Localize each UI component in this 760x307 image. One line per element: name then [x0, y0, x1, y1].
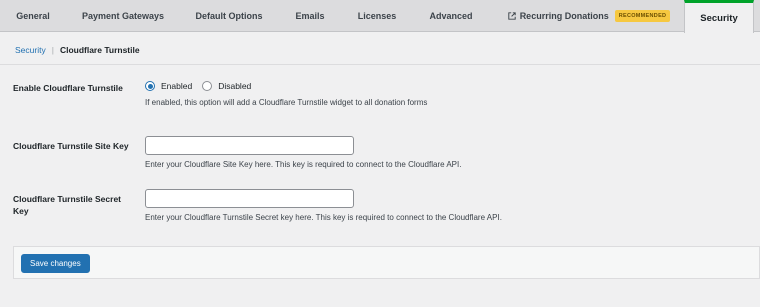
tab-label: Payment Gateways	[81, 11, 165, 21]
tab-recurring-donations[interactable]: Recurring Donations RECOMMENDED	[497, 0, 681, 32]
enable-turnstile-label: Enable Cloudflare Turnstile	[13, 83, 123, 93]
enable-turnstile-description: If enabled, this option will add a Cloud…	[145, 98, 428, 107]
save-bar: Save changes	[13, 246, 760, 279]
tab-licenses[interactable]: Licenses	[342, 0, 412, 32]
secret-key-label: Cloudflare Turnstile Secret Key	[13, 194, 122, 216]
tab-label: Recurring Donations	[519, 11, 609, 21]
tab-label: Emails	[295, 11, 325, 21]
tab-label: Advanced	[429, 11, 473, 21]
tab-default-options[interactable]: Default Options	[180, 0, 278, 32]
settings-tab-bar: General Payment Gateways Default Options…	[0, 0, 760, 33]
tab-advanced[interactable]: Advanced	[412, 0, 490, 32]
enabled-radio[interactable]	[145, 81, 155, 91]
secret-key-input[interactable]	[145, 189, 354, 208]
site-key-input[interactable]	[145, 136, 354, 155]
tab-emails[interactable]: Emails	[278, 0, 342, 32]
tab-general[interactable]: General	[0, 0, 66, 32]
breadcrumb-security-link[interactable]: Security	[15, 45, 46, 55]
site-key-description: Enter your Cloudflare Site Key here. Thi…	[145, 160, 462, 169]
tab-label: Default Options	[195, 11, 263, 21]
secret-key-description: Enter your Cloudflare Turnstile Secret k…	[145, 213, 502, 222]
recommended-badge: RECOMMENDED	[614, 10, 671, 22]
disabled-radio-label[interactable]: Disabled	[218, 81, 251, 91]
tab-label: General	[16, 11, 50, 21]
enable-turnstile-radio-group: Enabled Disabled	[145, 81, 261, 91]
tab-payment-gateways[interactable]: Payment Gateways	[66, 0, 180, 32]
disabled-radio[interactable]	[202, 81, 213, 91]
breadcrumb: Security | Cloudflare Turnstile	[15, 43, 140, 57]
save-changes-button[interactable]: Save changes	[21, 254, 90, 273]
enabled-radio-label[interactable]: Enabled	[161, 81, 192, 91]
tab-security[interactable]: Security	[684, 0, 754, 33]
tab-label: Security	[700, 12, 738, 24]
divider	[0, 64, 760, 65]
breadcrumb-separator: |	[51, 45, 54, 55]
tab-label: Licenses	[357, 11, 397, 21]
external-link-icon	[508, 12, 516, 20]
breadcrumb-current: Cloudflare Turnstile	[59, 45, 140, 55]
site-key-label: Cloudflare Turnstile Site Key	[13, 141, 129, 151]
